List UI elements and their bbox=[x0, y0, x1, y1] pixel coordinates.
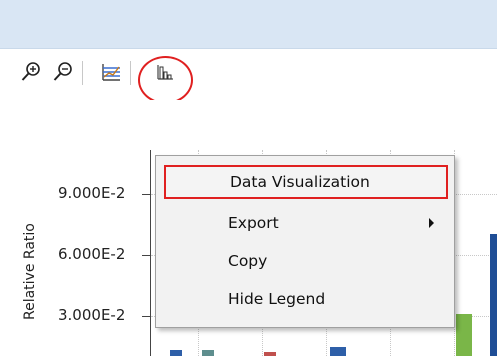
chart-bar bbox=[490, 234, 497, 356]
menu-item-data-visualization[interactable]: Data Visualization bbox=[164, 165, 448, 199]
zoom-in-button[interactable] bbox=[20, 61, 42, 83]
submenu-arrow-icon bbox=[429, 218, 434, 228]
menu-item-label: Copy bbox=[228, 252, 268, 270]
zoom-in-icon bbox=[21, 62, 40, 81]
menu-item-export[interactable]: Export bbox=[164, 206, 448, 240]
chart-lines-button[interactable] bbox=[100, 61, 122, 83]
menu-item-copy[interactable]: Copy bbox=[164, 244, 448, 278]
chart-toolbar bbox=[0, 49, 497, 99]
y-axis-line bbox=[150, 150, 151, 356]
chart-bar bbox=[330, 347, 346, 356]
y-axis-title: Relative Ratio bbox=[22, 223, 38, 320]
chart-bar bbox=[170, 350, 182, 356]
y-tick-label: 3.000E-2 bbox=[58, 306, 126, 324]
chart-lines-icon bbox=[102, 64, 120, 81]
zoom-out-icon bbox=[53, 62, 72, 81]
menu-item-label: Data Visualization bbox=[230, 173, 370, 191]
context-menu: Data Visualization Export Copy Hide Lege… bbox=[155, 155, 455, 328]
chart-bar bbox=[456, 314, 472, 356]
chart-bar bbox=[202, 350, 214, 356]
y-tick-label: 6.000E-2 bbox=[58, 245, 126, 263]
chart-bar bbox=[264, 352, 276, 356]
y-tick-mark bbox=[142, 316, 150, 317]
toolbar-separator bbox=[130, 61, 131, 85]
toolbar-button-highlight-circle bbox=[138, 56, 193, 104]
toolbar-separator bbox=[82, 61, 83, 85]
y-tick-mark bbox=[142, 194, 150, 195]
menu-item-label: Export bbox=[228, 214, 279, 232]
y-tick-label: 9.000E-2 bbox=[58, 184, 126, 202]
menu-item-hide-legend[interactable]: Hide Legend bbox=[164, 282, 448, 316]
zoom-out-button[interactable] bbox=[52, 61, 74, 83]
y-tick-mark bbox=[142, 255, 150, 256]
menu-item-label: Hide Legend bbox=[228, 290, 326, 308]
window-title-band bbox=[0, 0, 497, 49]
